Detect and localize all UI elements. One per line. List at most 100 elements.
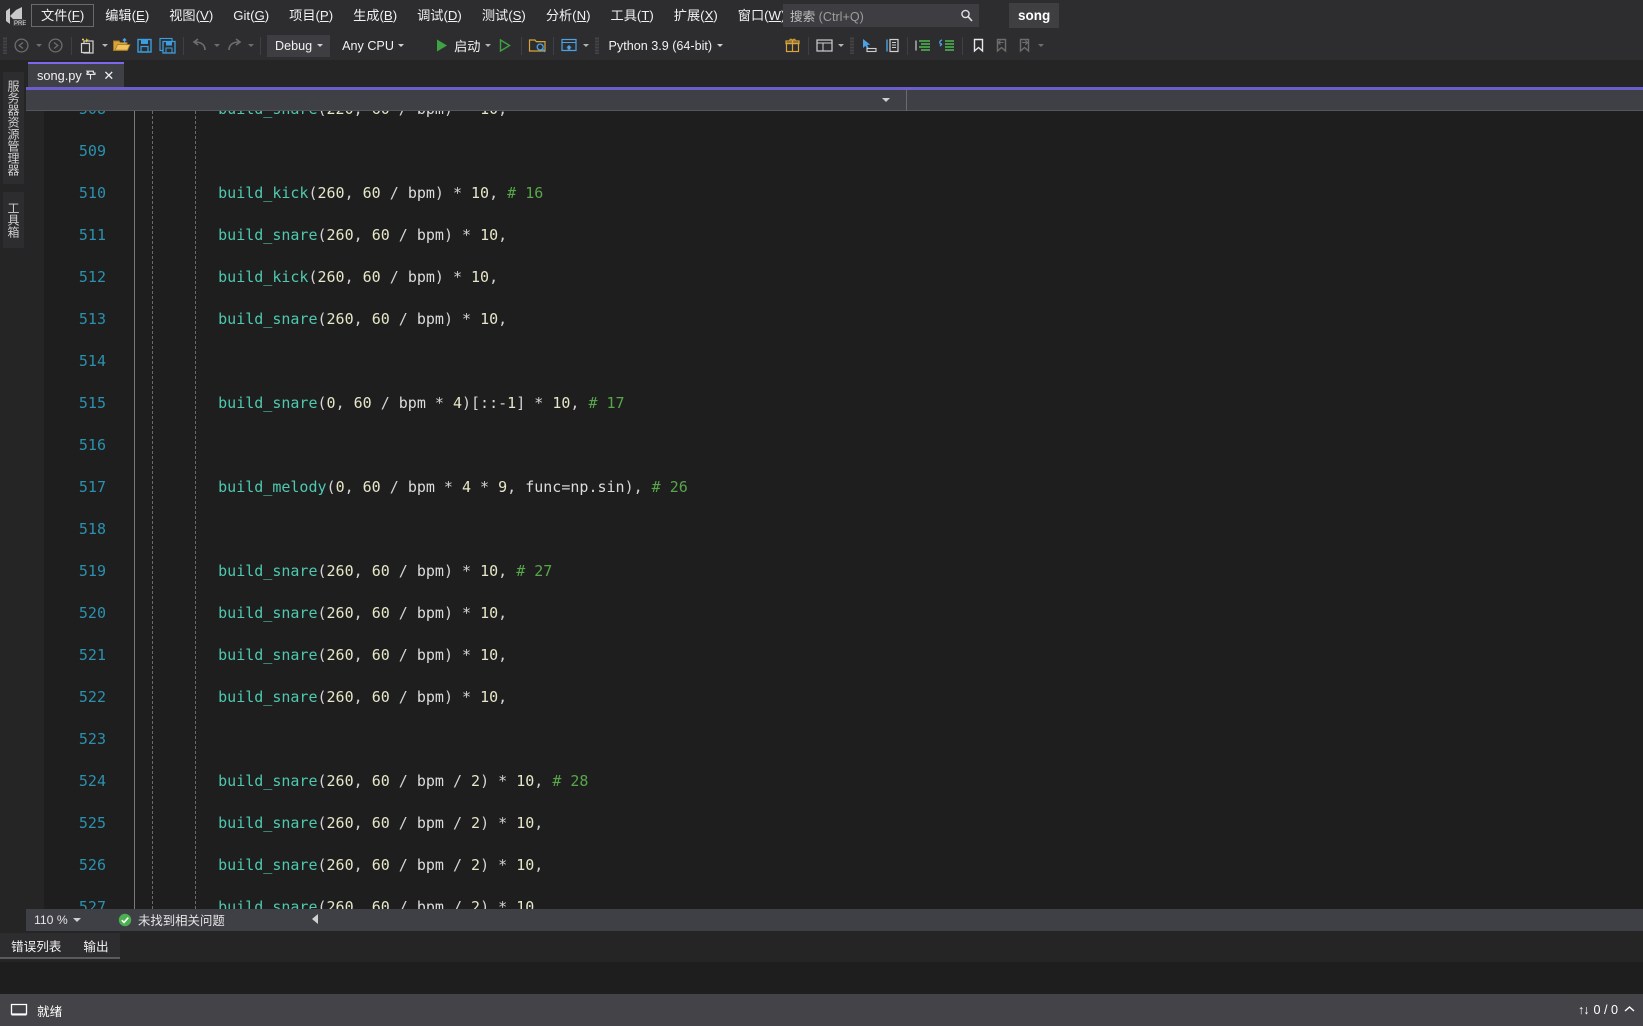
line-number: 526: [78, 856, 106, 874]
menu-item-label: 项目(: [289, 8, 320, 23]
scroll-left-icon[interactable]: [306, 914, 318, 926]
new-item-dropdown[interactable]: [99, 34, 110, 58]
chevron-down-icon[interactable]: [866, 90, 906, 110]
indent-lines-icon[interactable]: [912, 34, 935, 58]
code-line-list: 508 build_snare(220, 60 / bpm) * 10, 509 51…: [26, 111, 1643, 909]
window-layout-icon[interactable]: [558, 34, 581, 58]
sidebar-item-server-explorer[interactable]: 服务器资源管理器: [3, 72, 24, 184]
platform-combo[interactable]: Any CPU: [334, 35, 426, 57]
code-text: build_snare(260, 60 / bpm) * 10,: [218, 226, 508, 244]
bookmark-next-icon[interactable]: [1013, 34, 1036, 58]
sidebar-item-toolbox[interactable]: 工具箱: [3, 192, 24, 248]
menu-item-accelerator: D: [447, 8, 458, 23]
bookmark-prev-icon[interactable]: [990, 34, 1013, 58]
menu-item-11[interactable]: 扩展(X): [665, 4, 727, 27]
chevron-up-icon[interactable]: [1624, 1003, 1635, 1017]
search-placeholder: 搜索 (Ctrl+Q): [790, 10, 864, 24]
save-icon[interactable]: [133, 34, 156, 58]
panel-layout-icon[interactable]: [813, 34, 836, 58]
toolbar-grip-2[interactable]: [592, 31, 602, 60]
redo-dropdown[interactable]: [245, 34, 256, 58]
code-line[interactable]: 513 build_snare(260, 60 / bpm) * 10,: [26, 309, 1643, 330]
bookmark-icon[interactable]: [967, 34, 990, 58]
code-line[interactable]: 523: [26, 729, 1643, 750]
open-file-icon[interactable]: [110, 34, 133, 58]
menu-item-2[interactable]: 编辑(E): [96, 4, 158, 27]
code-line[interactable]: 521 build_snare(260, 60 / bpm) * 10,: [26, 645, 1643, 666]
run-play-icon[interactable]: [428, 34, 451, 58]
undo-dropdown[interactable]: [211, 34, 222, 58]
code-line[interactable]: 508 build_snare(220, 60 / bpm) * 10,: [26, 111, 1643, 120]
code-text: build_snare(0, 60 / bpm * 4)[::-1] * 10,…: [218, 394, 625, 412]
navigate-forward-icon[interactable]: [44, 34, 67, 58]
line-number: 527: [78, 898, 106, 909]
search-input[interactable]: 搜索 (Ctrl+Q): [783, 4, 979, 27]
pin-icon[interactable]: [82, 67, 100, 85]
menu-item-7[interactable]: 调试(D): [408, 4, 471, 27]
editor-navigation-bar: [26, 90, 1643, 111]
start-dropdown[interactable]: [483, 34, 494, 58]
window-layout-dropdown[interactable]: [581, 34, 592, 58]
navigate-back-icon[interactable]: [10, 34, 33, 58]
code-line[interactable]: 511 build_snare(260, 60 / bpm) * 10,: [26, 225, 1643, 246]
menu-item-accelerator: S: [512, 8, 522, 23]
code-line[interactable]: 514: [26, 351, 1643, 372]
menu-item-8[interactable]: 测试(S): [473, 4, 535, 27]
menu-item-accelerator: E: [136, 8, 145, 23]
save-all-icon[interactable]: [156, 34, 179, 58]
menu-item-5[interactable]: 项目(P): [280, 4, 342, 27]
menu-item-label-end: ): [457, 8, 462, 23]
pointer-select-icon[interactable]: [857, 34, 880, 58]
code-line[interactable]: 510 build_kick(260, 60 / bpm) * 10, # 16: [26, 183, 1643, 204]
tab-error-list[interactable]: 错误列表: [0, 933, 73, 959]
solution-chip[interactable]: song: [1009, 3, 1060, 28]
code-line[interactable]: 524 build_snare(260, 60 / bpm / 2) * 10, …: [26, 771, 1643, 792]
code-line[interactable]: 516: [26, 435, 1643, 456]
toolbar-grip-3[interactable]: [847, 31, 857, 60]
chevron-down-icon[interactable]: [68, 909, 86, 931]
comment-lines-icon[interactable]: [935, 34, 958, 58]
menu-item-1[interactable]: 文件(F): [31, 4, 95, 27]
toolbar-grip[interactable]: [0, 31, 10, 60]
menu-item-accelerator: F: [71, 8, 80, 23]
left-dock-strip: 服务器资源管理器 工具箱: [0, 60, 26, 962]
code-line[interactable]: 527 build_snare(260, 60 / bpm / 2) * 10,: [26, 897, 1643, 909]
menu-item-4[interactable]: Git(G): [224, 4, 278, 27]
undo-icon[interactable]: [188, 34, 211, 58]
code-line[interactable]: 512 build_kick(260, 60 / bpm) * 10,: [26, 267, 1643, 288]
new-item-icon[interactable]: [76, 34, 99, 58]
start-button-label[interactable]: 启动: [451, 36, 482, 55]
python-interpreter-combo[interactable]: Python 3.9 (64-bit): [604, 35, 779, 57]
run-play-outline-icon[interactable]: [494, 34, 517, 58]
panel-layout-dropdown[interactable]: [836, 34, 847, 58]
folder-search-icon[interactable]: [526, 34, 549, 58]
navigate-back-dropdown[interactable]: [33, 34, 44, 58]
tab-output[interactable]: 输出: [72, 933, 120, 959]
code-editor[interactable]: 508 build_snare(220, 60 / bpm) * 10, 509 51…: [26, 111, 1643, 909]
menu-item-label-end: ): [392, 8, 398, 23]
code-line[interactable]: 522 build_snare(260, 60 / bpm) * 10,: [26, 687, 1643, 708]
code-line[interactable]: 525 build_snare(260, 60 / bpm / 2) * 10,: [26, 813, 1643, 834]
zoom-level[interactable]: 110 %: [26, 909, 108, 931]
menu-item-3[interactable]: 视图(V): [160, 4, 222, 27]
code-line[interactable]: 517 build_melody(0, 60 / bpm * 4 * 9, fun…: [26, 477, 1643, 498]
line-number: 519: [78, 562, 106, 580]
code-line[interactable]: 519 build_snare(260, 60 / bpm) * 10, # 27: [26, 561, 1643, 582]
gift-icon[interactable]: [781, 34, 804, 58]
code-line[interactable]: 526 build_snare(260, 60 / bpm / 2) * 10,: [26, 855, 1643, 876]
compare-files-icon[interactable]: [880, 34, 903, 58]
menu-item-9[interactable]: 分析(N): [537, 4, 600, 27]
code-line[interactable]: 518: [26, 519, 1643, 540]
build-config-combo[interactable]: Debug: [267, 34, 331, 57]
close-icon[interactable]: ✕: [100, 67, 118, 85]
code-line[interactable]: 520 build_snare(260, 60 / bpm) * 10,: [26, 603, 1643, 624]
bookmark-overflow-dropdown[interactable]: [1036, 34, 1047, 58]
tab-song-py[interactable]: song.py ✕: [28, 62, 124, 87]
redo-icon[interactable]: [222, 34, 245, 58]
menu-item-6[interactable]: 生成(B): [344, 4, 406, 27]
menu-item-10[interactable]: 工具(T): [602, 4, 663, 27]
code-line[interactable]: 509: [26, 141, 1643, 162]
menu-item-label-end: ): [586, 8, 591, 23]
line-number: 517: [78, 478, 106, 496]
code-line[interactable]: 515 build_snare(0, 60 / bpm * 4)[::-1] * …: [26, 393, 1643, 414]
